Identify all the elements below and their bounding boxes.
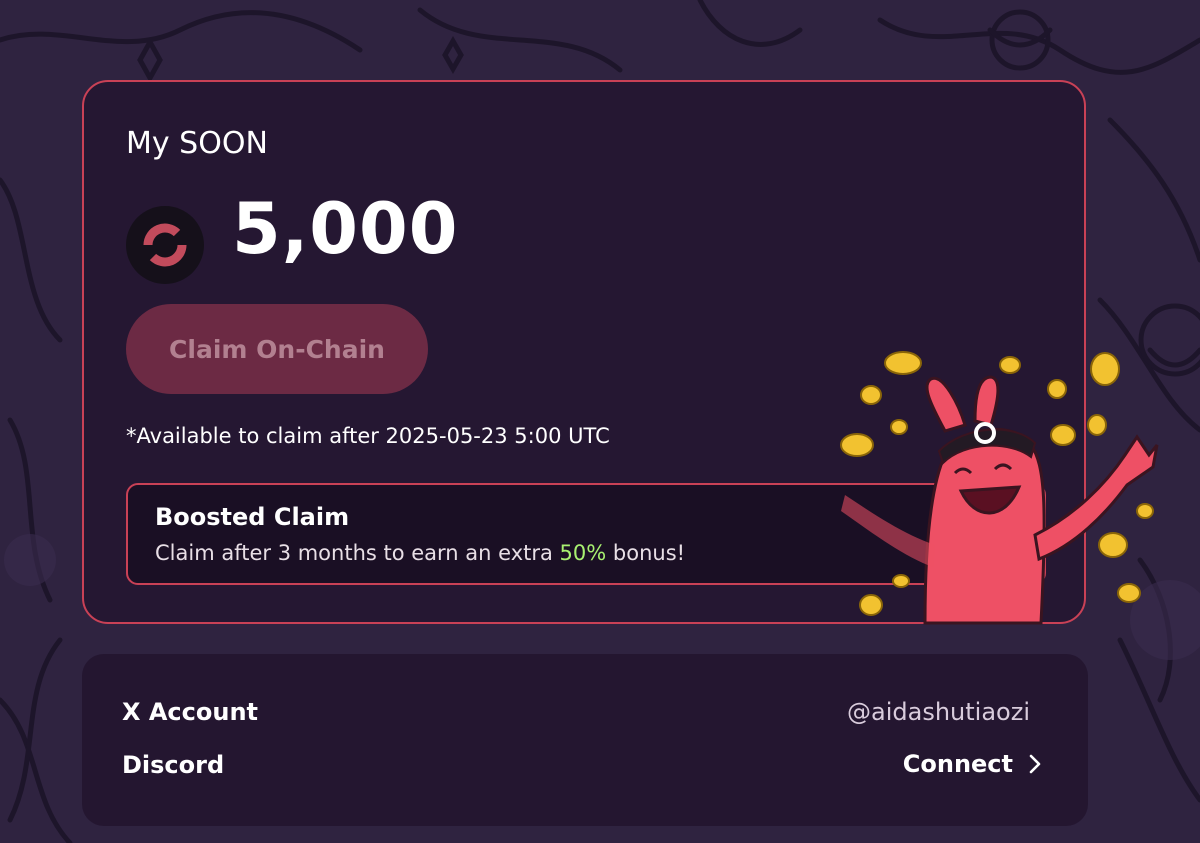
soon-balance: 5,000	[232, 188, 459, 270]
boost-desc-suffix: bonus!	[606, 541, 686, 565]
discord-connect-button[interactable]: Connect	[903, 750, 1043, 778]
chevron-right-icon	[1029, 754, 1041, 774]
boosted-claim-title: Boosted Claim	[155, 503, 350, 531]
x-account-label: X Account	[122, 698, 259, 726]
connected-accounts-card: X Account @aidashutiaozi Discord Connect	[82, 654, 1088, 826]
claim-availability-note: *Available to claim after 2025-05-23 5:0…	[126, 424, 610, 448]
bonus-percentage: 50%	[559, 541, 607, 565]
claim-on-chain-button[interactable]: Claim On-Chain	[126, 304, 428, 394]
x-account-handle: @aidashutiaozi	[847, 698, 1030, 726]
connect-label: Connect	[902, 750, 1013, 778]
card-title: My SOON	[126, 126, 268, 161]
discord-label: Discord	[122, 751, 225, 779]
mascot-illustration	[835, 345, 1165, 627]
boosted-claim-description: Claim after 3 months to earn an extra 50…	[155, 541, 685, 565]
boost-desc-prefix: Claim after 3 months to earn an extra	[155, 541, 560, 565]
soon-token-icon	[126, 206, 204, 284]
